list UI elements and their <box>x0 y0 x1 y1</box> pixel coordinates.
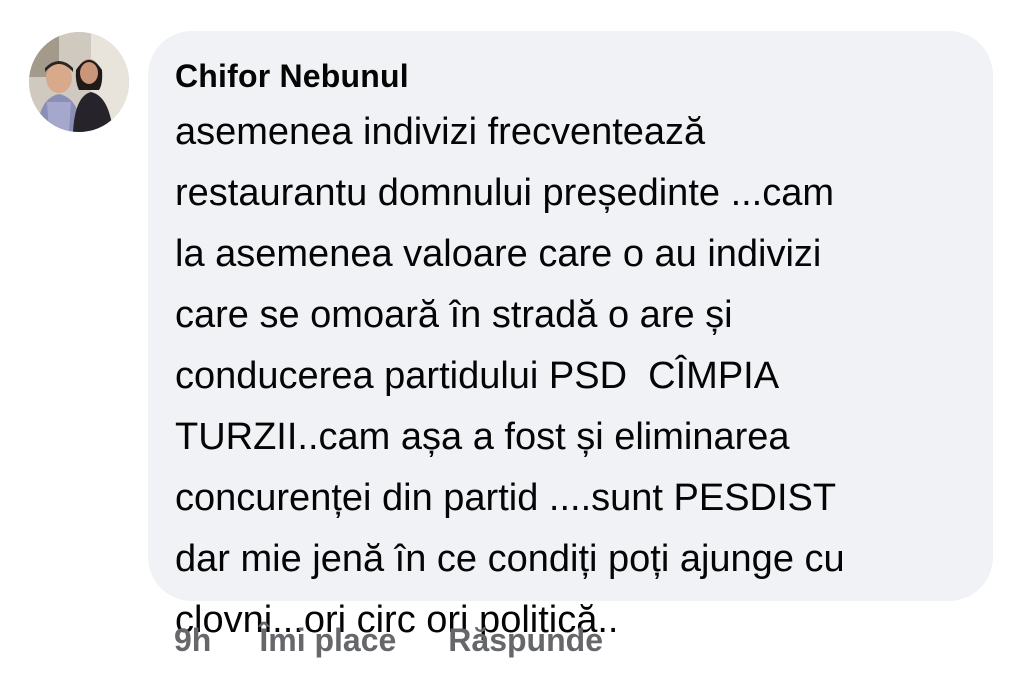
comment-actions-bar: 9h Îmi place Răspunde <box>174 617 603 663</box>
comment-text-line: dar mie jenă în ce condiți poți ajunge c… <box>175 538 845 580</box>
author-avatar[interactable] <box>29 32 129 132</box>
avatar-photo-icon <box>29 32 129 132</box>
comment-timestamp[interactable]: 9h <box>174 622 211 659</box>
comment-text-line: asemenea indivizi frecventează <box>175 111 706 153</box>
like-button[interactable]: Îmi place <box>259 622 396 659</box>
comment-text-line: restaurantu domnului președinte ...cam <box>175 172 835 214</box>
comment-bubble: Chifor Nebunul asemenea indivizi frecven… <box>148 31 993 641</box>
comment-author-name[interactable]: Chifor Nebunul <box>175 55 973 97</box>
comment-text-line: la asemenea valoare care o au indivizi <box>175 233 822 275</box>
comment-text-line: concurenței din partid ....sunt PESDIST <box>175 477 837 519</box>
reply-button[interactable]: Răspunde <box>448 622 603 659</box>
comment-text-line: care se omoară în stradă o are și <box>175 294 733 336</box>
comment-text: asemenea indivizi frecventează restauran… <box>175 102 973 651</box>
comment-text-line: TURZII..cam așa a fost și eliminarea <box>175 416 790 458</box>
comment-text-line: conducerea partidului PSD CÎMPIA <box>175 355 780 397</box>
